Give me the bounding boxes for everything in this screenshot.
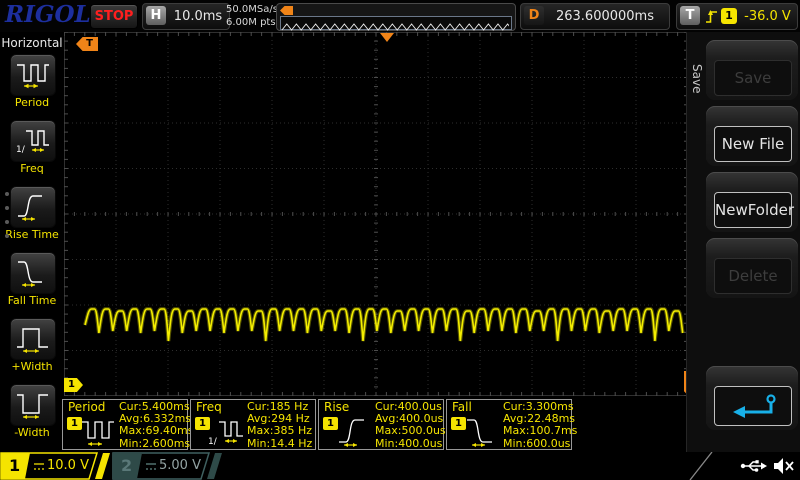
page-dot bbox=[5, 220, 9, 224]
separator bbox=[680, 452, 720, 480]
page-dot bbox=[5, 206, 9, 210]
left-menu-title: Horizontal bbox=[0, 36, 64, 50]
page-dot bbox=[5, 234, 9, 238]
delay-value: 263.600000ms bbox=[545, 4, 665, 29]
run-state-indicator[interactable]: STOP bbox=[90, 4, 138, 29]
fall-time-button[interactable] bbox=[10, 252, 56, 294]
measurement-values: Cur:400.0us Avg:400.0us Max:500.0us Min:… bbox=[375, 401, 446, 450]
fall-icon bbox=[464, 414, 502, 448]
svg-text:1/: 1/ bbox=[16, 145, 26, 155]
measurement-rise[interactable]: Rise 1 Cur:400.0us Avg:400.0us Max:500.0… bbox=[318, 399, 444, 450]
freq-button[interactable]: 1/ bbox=[10, 120, 56, 162]
trigger-source-badge: 1 bbox=[721, 8, 737, 24]
d-badge: D bbox=[524, 6, 544, 25]
rise-time-icon bbox=[15, 191, 51, 221]
freq-icon: 1/ bbox=[208, 414, 246, 448]
save-button[interactable]: Save bbox=[714, 60, 792, 96]
sample-rate: 50.0MSa/s bbox=[226, 3, 278, 16]
horizontal-timebase-box[interactable]: H 10.0ms bbox=[142, 3, 230, 30]
back-button[interactable] bbox=[714, 386, 792, 426]
measurement-freq[interactable]: Freq 1 1/ Cur:185 Hz Avg:294 Hz Max:385 … bbox=[190, 399, 316, 450]
svg-text:1/: 1/ bbox=[208, 437, 218, 447]
freq-icon: 1/ bbox=[15, 125, 51, 155]
delay-box[interactable]: D 263.600000ms bbox=[520, 3, 670, 30]
trigger-box[interactable]: T 1 -36.0 V bbox=[676, 3, 798, 30]
trigger-level-value: -36.0 V bbox=[740, 4, 795, 29]
measurement-values: Cur:5.400ms Avg:6.332ms Max:69.40ms Min:… bbox=[119, 401, 193, 450]
channel-status-bar: 1 10.0 V 2 5.00 V bbox=[0, 452, 800, 480]
trigger-edge-icon bbox=[704, 8, 719, 25]
rise-icon bbox=[336, 414, 374, 448]
menu-tab-title: Save bbox=[688, 64, 704, 128]
top-status-bar: RIGOL STOP H 10.0ms 50.0MSa/s 6.00M pts … bbox=[0, 0, 800, 32]
usb-icon bbox=[740, 458, 768, 474]
ch1-waveform bbox=[64, 32, 688, 396]
waveform-preview-marker-icon bbox=[280, 6, 293, 15]
period-icon bbox=[15, 59, 51, 89]
rigol-logo: RIGOL bbox=[5, 1, 91, 28]
measurement-values: Cur:3.300ms Avg:22.48ms Max:100.7ms Min:… bbox=[503, 401, 577, 450]
pos-width-icon bbox=[15, 323, 51, 353]
neg-width-icon bbox=[15, 389, 51, 419]
t-badge: T bbox=[680, 6, 700, 25]
ch2-scale[interactable]: 5.00 V bbox=[159, 458, 201, 473]
period-icon bbox=[80, 414, 118, 448]
waveform-preview-strip bbox=[280, 16, 512, 30]
period-button[interactable] bbox=[10, 54, 56, 96]
ch1-number[interactable]: 1 bbox=[9, 456, 20, 475]
neg-width-button[interactable] bbox=[10, 384, 56, 426]
rise-time-button[interactable] bbox=[10, 186, 56, 228]
return-arrow-icon bbox=[723, 392, 783, 422]
h-badge: H bbox=[146, 6, 166, 25]
measurement-fall[interactable]: Fall 1 Cur:3.300ms Avg:22.48ms Max:100.7… bbox=[446, 399, 572, 450]
speaker-muted-icon bbox=[772, 456, 796, 476]
measurement-values: Cur:185 Hz Avg:294 Hz Max:385 Hz Min:14.… bbox=[247, 401, 312, 450]
memory-depth: 6.00M pts bbox=[226, 16, 278, 29]
waveform-preview-box[interactable] bbox=[276, 3, 516, 31]
ch2-number[interactable]: 2 bbox=[121, 456, 132, 475]
timebase-value: 10.0ms bbox=[171, 4, 225, 29]
delete-button[interactable]: Delete bbox=[714, 258, 792, 294]
measurement-period[interactable]: Period 1 Cur:5.400ms Avg:6.332ms Max:69.… bbox=[62, 399, 188, 450]
preview-waveform bbox=[281, 22, 509, 32]
new-file-button[interactable]: New File bbox=[714, 126, 792, 162]
new-folder-button[interactable]: NewFolder bbox=[714, 192, 792, 228]
acquisition-info: 50.0MSa/s 6.00M pts bbox=[226, 3, 278, 29]
page-dot bbox=[5, 192, 9, 196]
pos-width-button[interactable] bbox=[10, 318, 56, 360]
ch1-scale[interactable]: 10.0 V bbox=[47, 458, 89, 473]
fall-time-icon bbox=[15, 257, 51, 287]
